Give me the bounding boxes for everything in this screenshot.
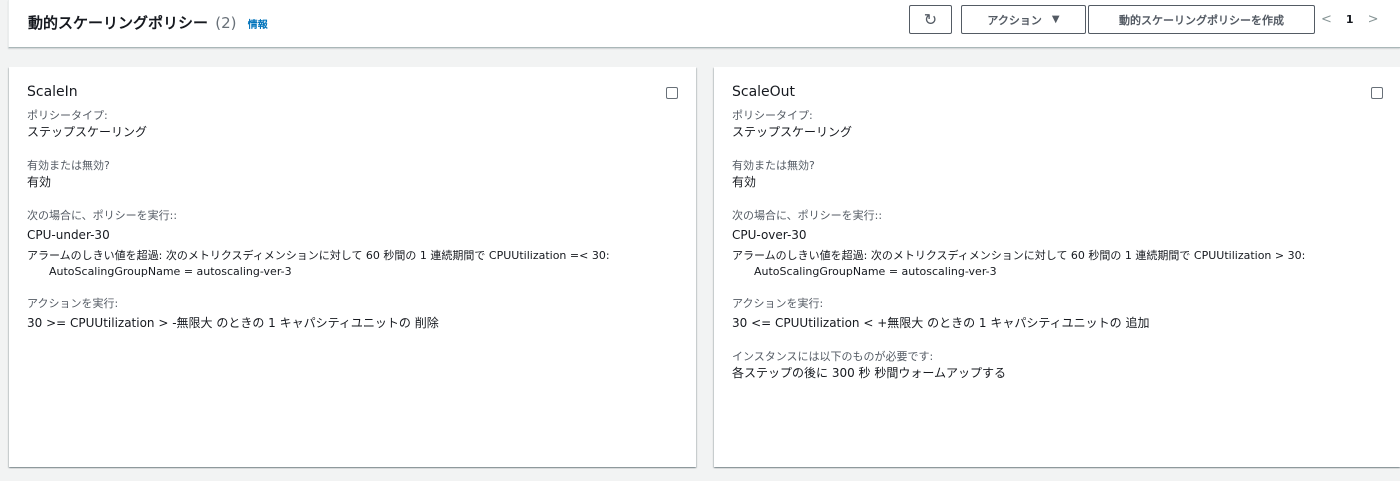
alarm-name: CPU-under-30	[27, 228, 110, 242]
policy-type-value: ステップスケーリング	[27, 125, 148, 139]
execute-when-label: 次の場合に、ポリシーを実行::	[732, 209, 883, 222]
policy-count: (2)	[215, 14, 237, 32]
alarm-threshold-text: アラームのしきい値を超過: 次のメトリクスディメンションに対して 60 秒間の …	[732, 249, 1306, 262]
enabled-value: 有効	[27, 175, 52, 189]
alarm-dimension: AutoScalingGroupName = autoscaling-ver-3	[754, 265, 997, 278]
policies-header: 動的スケーリングポリシー (2) 情報 ↻ アクション ▼ 動的スケーリングポリ…	[8, 0, 1400, 48]
prev-page-icon[interactable]: <	[1321, 12, 1332, 27]
warmup-value: 各ステップの後に 300 秒 秒間ウォームアップする	[732, 366, 1006, 380]
policy-card-scalein: ScaleIn ポリシータイプ: ステップスケーリング 有効または無効? 有効 …	[9, 67, 696, 467]
info-link[interactable]: 情報	[248, 20, 268, 31]
alarm-threshold-text: アラームのしきい値を超過: 次のメトリクスディメンションに対して 60 秒間の …	[27, 249, 610, 262]
actions-label: アクション	[987, 13, 1042, 27]
execute-when-label: 次の場合に、ポリシーを実行::	[27, 209, 178, 222]
alarm-dimension: AutoScalingGroupName = autoscaling-ver-3	[49, 265, 292, 278]
caret-down-icon: ▼	[1051, 14, 1060, 25]
enabled-label: 有効または無効?	[27, 159, 110, 172]
create-policy-button[interactable]: 動的スケーリングポリシーを作成	[1088, 5, 1315, 34]
policy-type-label: ポリシータイプ:	[732, 109, 813, 122]
refresh-button[interactable]: ↻	[909, 5, 952, 34]
instances-need-label: インスタンスには以下のものが必要です:	[732, 350, 934, 363]
policy-type-label: ポリシータイプ:	[27, 109, 108, 122]
action-value: 30 <= CPUUtilization < +無限大 のときの 1 キャパシテ…	[732, 316, 1150, 330]
next-page-icon[interactable]: >	[1368, 12, 1379, 27]
pagination: < 1 >	[1321, 12, 1378, 27]
policy-type-value: ステップスケーリング	[732, 125, 853, 139]
refresh-icon: ↻	[923, 10, 938, 29]
enabled-value: 有効	[732, 175, 757, 189]
actions-dropdown[interactable]: アクション ▼	[961, 5, 1086, 34]
policy-name: ScaleIn	[27, 84, 78, 100]
current-page[interactable]: 1	[1346, 13, 1354, 26]
policy-card-scaleout: ScaleOut ポリシータイプ: ステップスケーリング 有効または無効? 有効…	[714, 67, 1400, 467]
enabled-label: 有効または無効?	[732, 159, 815, 172]
page-title: 動的スケーリングポリシー (2) 情報	[28, 12, 268, 33]
title-text: 動的スケーリングポリシー	[28, 14, 209, 32]
policy-name: ScaleOut	[732, 84, 796, 100]
alarm-name: CPU-over-30	[732, 228, 807, 242]
take-action-label: アクションを実行:	[27, 297, 119, 310]
create-label: 動的スケーリングポリシーを作成	[1119, 13, 1284, 27]
action-value: 30 >= CPUUtilization > -無限大 のときの 1 キャパシテ…	[27, 316, 439, 330]
take-action-label: アクションを実行:	[732, 297, 824, 310]
